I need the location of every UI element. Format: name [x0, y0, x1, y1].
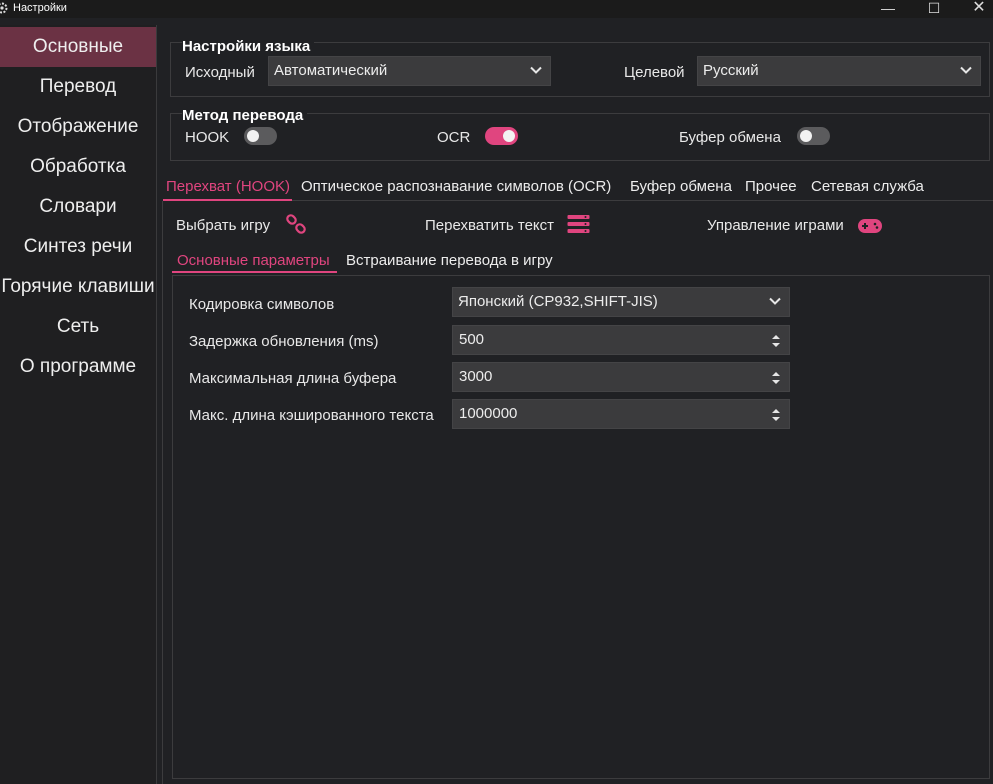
- manage-games-label[interactable]: Управление играми: [707, 217, 844, 235]
- sidebar-item-network[interactable]: Сеть: [0, 307, 156, 347]
- spin-arrows-icon[interactable]: [771, 370, 781, 386]
- sidebar-item-tts[interactable]: Синтез речи: [0, 227, 156, 267]
- sidebar-item-dictionaries[interactable]: Словари: [0, 187, 156, 227]
- chevron-down-icon: [960, 66, 972, 74]
- sidebar-item-translation[interactable]: Перевод: [0, 67, 156, 107]
- tabs-divider: [292, 200, 993, 201]
- clipboard-toggle[interactable]: [797, 127, 830, 145]
- tab-ocr[interactable]: Оптическое распознавание символов (OCR): [301, 178, 611, 196]
- active-tab-indicator: [163, 199, 292, 201]
- maximize-button[interactable]: ☐: [922, 0, 946, 18]
- clipboard-label: Буфер обмена: [679, 129, 781, 146]
- link-icon[interactable]: [285, 213, 307, 235]
- sidebar-item-general[interactable]: Основные: [0, 27, 156, 67]
- tab-clipboard[interactable]: Буфер обмена: [630, 178, 732, 196]
- chevron-down-icon: [769, 297, 781, 305]
- minimize-button[interactable]: —: [876, 0, 900, 18]
- sidebar-item-hotkeys[interactable]: Горячие клавиши: [0, 267, 156, 307]
- subtab-embed-translation[interactable]: Встраивание перевода в игру: [346, 252, 553, 270]
- hook-toggle[interactable]: [244, 127, 277, 145]
- toggle-knob: [800, 130, 812, 142]
- language-settings-title: Настройки языка: [182, 38, 315, 56]
- tab-pane-left-border: [162, 201, 163, 784]
- update-delay-label: Задержка обновления (ms): [189, 333, 379, 350]
- cache-length-label: Макс. длина кэшированного текста: [189, 407, 434, 424]
- translation-method-title: Метод перевода: [182, 107, 308, 125]
- buffer-length-label: Максимальная длина буфера: [189, 370, 397, 387]
- spin-arrows-icon[interactable]: [771, 333, 781, 349]
- sidebar-item-about[interactable]: О программе: [0, 347, 156, 387]
- target-language-select[interactable]: Русский: [697, 56, 981, 86]
- source-language-select[interactable]: Автоматический: [268, 56, 551, 86]
- cache-length-spinbox[interactable]: 1000000: [452, 399, 790, 429]
- close-button[interactable]: ✕: [967, 0, 991, 18]
- encoding-select[interactable]: Японский (CP932,SHIFT-JIS): [452, 287, 790, 317]
- tab-hook[interactable]: Перехват (HOOK): [166, 178, 290, 196]
- update-delay-value: 500: [459, 331, 485, 348]
- sidebar-item-display[interactable]: Отображение: [0, 107, 156, 147]
- list-icon[interactable]: [567, 214, 590, 234]
- active-subtab-indicator: [172, 271, 337, 273]
- hook-text-label[interactable]: Перехватить текст: [425, 217, 554, 235]
- spin-arrows-icon[interactable]: [771, 407, 781, 423]
- sidebar-item-processing[interactable]: Обработка: [0, 147, 156, 187]
- window-title: Настройки: [13, 2, 67, 14]
- target-language-value: Русский: [703, 62, 759, 79]
- title-bar: Настройки — ☐ ✕: [0, 0, 993, 18]
- buffer-length-spinbox[interactable]: 3000: [452, 362, 790, 392]
- cache-length-value: 1000000: [459, 405, 518, 422]
- update-delay-spinbox[interactable]: 500: [452, 325, 790, 355]
- gamepad-icon[interactable]: [857, 218, 883, 234]
- buffer-length-value: 3000: [459, 368, 493, 385]
- gear-icon: [0, 2, 8, 14]
- sidebar: Основные Перевод Отображение Обработка С…: [0, 25, 157, 784]
- source-language-value: Автоматический: [274, 62, 388, 79]
- tab-network-service[interactable]: Сетевая служба: [811, 178, 924, 196]
- hook-label: HOOK: [185, 129, 230, 146]
- source-language-label: Исходный: [185, 64, 255, 81]
- target-language-label: Целевой: [624, 64, 685, 81]
- select-game-label[interactable]: Выбрать игру: [176, 217, 270, 235]
- ocr-label: OCR: [437, 129, 471, 146]
- toggle-knob: [247, 130, 259, 142]
- toggle-knob: [503, 130, 515, 142]
- chevron-down-icon: [530, 66, 542, 74]
- tab-other[interactable]: Прочее: [745, 178, 797, 196]
- ocr-toggle[interactable]: [485, 127, 518, 145]
- encoding-value: Японский (CP932,SHIFT-JIS): [458, 293, 658, 310]
- subtab-basic-params[interactable]: Основные параметры: [177, 252, 330, 270]
- encoding-label: Кодировка символов: [189, 296, 335, 313]
